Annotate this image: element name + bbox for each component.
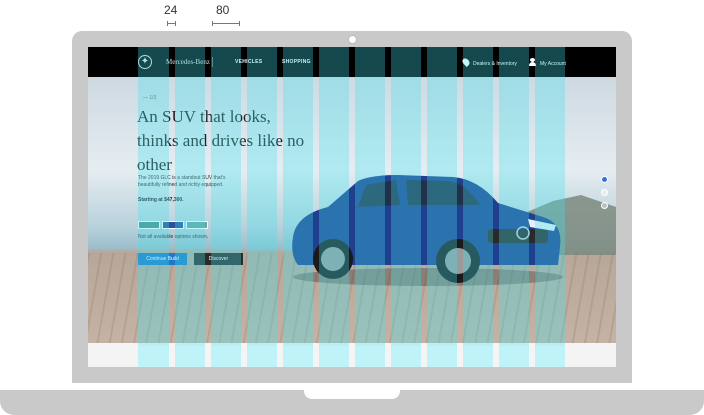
carousel-dot-3[interactable]: [601, 202, 608, 209]
gutter-width-label: 24: [164, 3, 178, 17]
grid-column-footer: [138, 346, 169, 367]
grid-column-footer: [535, 346, 565, 367]
webcam: [348, 35, 357, 44]
column-dimension-line: [212, 21, 240, 26]
carousel-dot-1[interactable]: [601, 176, 608, 183]
grid-column: [283, 47, 313, 367]
grid-column-footer: [463, 346, 493, 367]
carousel-dot-2[interactable]: [601, 189, 608, 196]
grid-column: [211, 47, 241, 367]
grid-column-footer: [247, 346, 277, 367]
grid-column-footer: [355, 346, 385, 367]
grid-column: [427, 47, 457, 367]
device-mockup: 24 80 ✦ Mercedes-Benz VEHICLES SHOPPING …: [0, 0, 704, 415]
grid-column: [138, 47, 169, 367]
grid-column: [391, 47, 421, 367]
laptop-notch: [304, 390, 400, 399]
column-width-label: 80: [216, 3, 230, 17]
grid-column: [463, 47, 493, 367]
grid-column-footer: [211, 346, 241, 367]
grid-column-footer: [499, 346, 529, 367]
grid-column-footer: [319, 346, 349, 367]
grid-column: [175, 47, 205, 367]
grid-column: [319, 47, 349, 367]
grid-column: [535, 47, 565, 367]
grid-column: [247, 47, 277, 367]
grid-column: [355, 47, 385, 367]
gutter-dimension-line: [167, 21, 176, 26]
grid-column-footer: [175, 346, 205, 367]
grid-column: [499, 47, 529, 367]
grid-column-footer: [283, 346, 313, 367]
grid-column-footer: [391, 346, 421, 367]
grid-column-footer: [427, 346, 457, 367]
laptop-screen: ✦ Mercedes-Benz VEHICLES SHOPPING Dealer…: [88, 47, 616, 367]
